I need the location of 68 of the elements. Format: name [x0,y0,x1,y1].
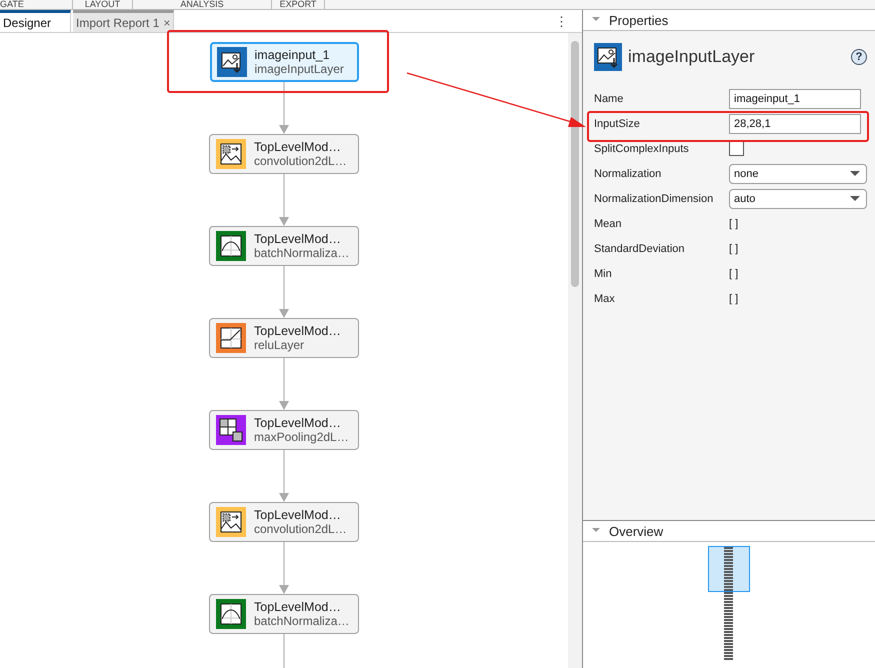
layer-name: imageinput_1 [254,48,331,62]
layer-node[interactable]: TopLevelMod… convolution2dL… [209,134,359,174]
layer-type: batchNormaliza… [254,614,350,628]
property-label: Min [594,268,613,280]
property-label: NormalizationDimension [594,192,714,204]
property-label: Mean [594,218,623,230]
layer-name: TopLevelMod… [254,600,342,614]
menu-icon[interactable]: ⋮ [555,14,568,28]
layer-type: convolution2dL… [254,154,347,168]
checkbox[interactable] [729,141,744,156]
connector-arrow [279,450,289,502]
connector-arrow [279,82,289,134]
section-header[interactable]: Overview [583,521,875,542]
property-label: Normalization [594,168,662,180]
toolstrip-tab[interactable]: ANALYSIS [133,0,272,9]
connector-arrow [279,358,289,410]
dropdown[interactable]: none [729,164,867,184]
scrollbar-thumb[interactable] [571,41,579,287]
property-label: Name [594,92,624,104]
layer-node[interactable]: TopLevelMod… reluLayer [209,318,359,358]
layer-node[interactable]: imageinput_1 imageInputLayer [210,42,358,82]
layer-name: TopLevelMod… [254,508,342,522]
property-value: [ ] [729,242,738,254]
layer-node[interactable]: TopLevelMod… batchNormaliza… [209,226,359,266]
dropdown[interactable]: auto [729,188,867,208]
convolution-icon [216,139,246,169]
connector-arrow [279,542,289,594]
layer-name: TopLevelMod… [254,324,341,338]
caret-icon [850,171,860,176]
bell-curve-icon [216,599,246,629]
layer-type: batchNormaliza… [254,246,350,260]
layer-type: convolution2dL… [254,522,347,536]
layer-node[interactable]: TopLevelMod… maxPooling2dL… [209,410,359,450]
layer-node[interactable]: TopLevelMod… batchNormaliza… [209,594,359,634]
toolstrip-tab[interactable]: LAYOUT [73,0,133,9]
connector-arrow [279,174,289,226]
property-field[interactable]: 28,28,1 [729,114,861,134]
image-input-icon [216,47,246,77]
property-field[interactable]: imageinput_1 [729,88,861,108]
connector-arrow [279,266,289,318]
ramp-graph-icon [216,323,246,353]
layer-name: TopLevelMod… [254,232,342,246]
layer-type: reluLayer [254,338,306,352]
property-label: StandardDeviation [594,242,686,254]
layer-name: TopLevelMod… [254,416,342,430]
layer-node[interactable]: TopLevelMod… convolution2dL… [209,502,359,542]
property-label: Max [594,292,616,304]
property-value: [ ] [729,268,738,280]
section-header[interactable]: Properties [583,10,875,31]
property-value: [ ] [729,218,738,230]
property-value: [ ] [729,292,738,304]
grid-icon [216,415,246,445]
close-icon[interactable]: × [163,16,170,30]
layer-name: TopLevelMod… [254,140,342,154]
image-input-icon [594,43,622,71]
convolution-icon [216,507,246,537]
document-tab[interactable]: Import Report 1 × [73,10,174,32]
layer-type-title: imageInputLayer [628,47,755,67]
help-icon[interactable]: ? [851,49,867,65]
toolstrip-tab[interactable]: EXPORT [272,0,325,9]
toolstrip-tab[interactable]: GATE [0,0,73,9]
caret-icon [850,196,860,201]
layer-type: imageInputLayer [254,62,344,76]
property-label: SplitComplexInputs [594,142,690,154]
property-label: InputSize [594,118,641,130]
document-tab[interactable]: Designer [0,10,71,32]
bell-curve-icon [216,231,246,261]
layer-type: maxPooling2dL… [254,430,349,444]
